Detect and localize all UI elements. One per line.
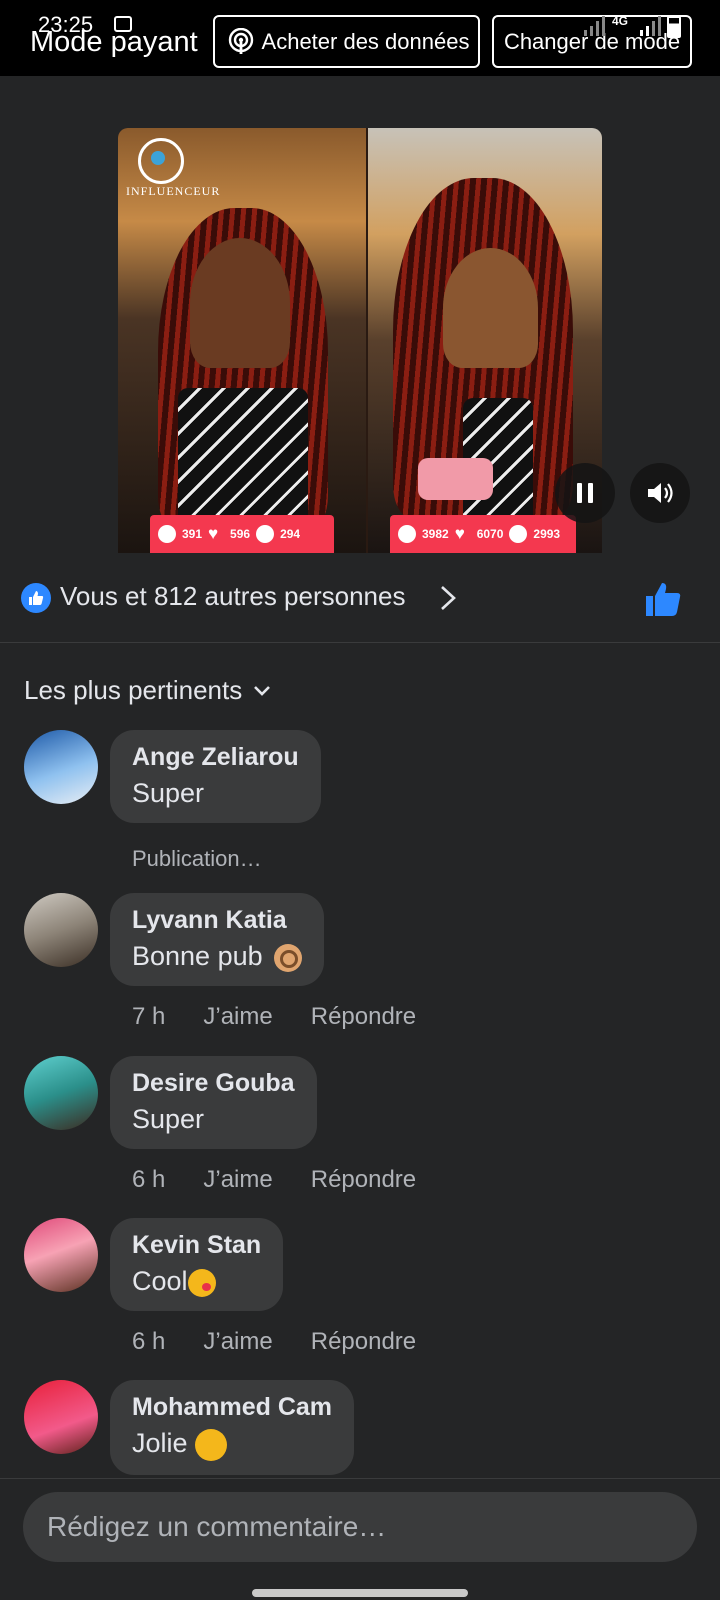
comment-text-row: Jolie (132, 1428, 332, 1461)
stats-bar-right: 3982 ♥ 6070 2993 (390, 515, 576, 553)
reactions-summary: Vous et 812 autres personnes (60, 581, 406, 611)
comment-author[interactable]: Lyvann Katia (132, 906, 302, 935)
comment-text: Super (132, 778, 205, 808)
mode-title: Mode payant (30, 26, 198, 58)
share-count: 294 (280, 527, 301, 541)
home-indicator[interactable] (252, 1589, 468, 1597)
comment-bubble[interactable]: Ange Zeliarou Super (110, 730, 321, 823)
reply-button[interactable]: Répondre (311, 1166, 416, 1194)
comment-count: 391 (182, 527, 203, 541)
comment-item: Mohammed Cam Jolie (0, 1380, 720, 1478)
like-count: 596 (230, 527, 251, 541)
podcast-icon (228, 28, 254, 54)
like-icon[interactable] (643, 579, 683, 619)
avatar[interactable] (24, 1056, 98, 1130)
signal-icon (584, 16, 605, 36)
video-frame-left: INFLUENCEUR (118, 128, 366, 553)
phone-image (418, 458, 493, 500)
comment-icon (158, 525, 176, 543)
comment-meta: 6 h J’aime Répondre (132, 1166, 416, 1194)
comment-time: 7 h (132, 1003, 166, 1030)
comment-time: 6 h (132, 1166, 166, 1193)
comment-text-row: Bonne pub (132, 941, 303, 972)
comment-bubble[interactable]: Desire Gouba Super (110, 1056, 317, 1149)
ok-hand-emoji-icon (274, 943, 303, 972)
comment-text-row: Cool (132, 1266, 261, 1297)
avatar[interactable] (24, 1218, 98, 1292)
chevron-down-icon (254, 685, 271, 696)
comment-meta: 6 h J’aime Répondre (132, 1328, 416, 1356)
brand-text: INFLUENCEUR (126, 184, 221, 198)
like-badge-icon (21, 583, 51, 613)
avatar[interactable] (24, 730, 98, 804)
comment-bubble[interactable]: Kevin Stan Cool (110, 1218, 284, 1311)
comment-bubble[interactable]: Mohammed Cam Jolie (110, 1380, 355, 1475)
composer-bar (0, 1478, 720, 1600)
like-comment-button[interactable]: J’aime (203, 1166, 272, 1194)
comment-meta: 7 h J’aime Répondre (132, 1003, 416, 1031)
battery-icon (667, 16, 681, 38)
share-icon (256, 525, 275, 543)
kiss-emoji-icon (187, 1268, 216, 1297)
stats-bar-left: 391 ♥ 596 294 (150, 515, 334, 553)
sort-dropdown[interactable]: Les plus pertinents (24, 675, 272, 706)
comment-text: Super (132, 1104, 205, 1134)
share-icon (509, 525, 528, 543)
comment-author[interactable]: Ange Zeliarou (132, 743, 299, 772)
sort-label: Les plus pertinents (24, 675, 243, 705)
comment-author[interactable]: Mohammed Cam (132, 1393, 332, 1422)
comment-count: 3982 (422, 527, 449, 541)
network-type: 4G (612, 14, 629, 28)
comment-input[interactable] (23, 1492, 697, 1562)
pause-button[interactable] (555, 463, 615, 523)
comment-text: Cool (132, 1266, 188, 1296)
face-left (190, 238, 290, 368)
reactions-row[interactable]: Vous et 812 autres personnes (0, 553, 720, 643)
brand-logo (138, 138, 184, 184)
heart-icon: ♥ (454, 524, 465, 543)
comment-author[interactable]: Desire Gouba (132, 1069, 295, 1098)
heart-icon: ♥ (208, 524, 219, 543)
comment-bubble[interactable]: Lyvann Katia Bonne pub (110, 893, 325, 986)
comment-icon (398, 525, 416, 543)
signal-icon-2 (640, 16, 661, 36)
chevron-right-icon (441, 586, 456, 610)
avatar[interactable] (24, 893, 98, 967)
comment-text: Jolie (132, 1428, 188, 1458)
pause-icon-bar (588, 483, 593, 503)
video-area: INFLUENCEUR 391 ♥ 596 294 3982 ♥ 6070 29… (0, 76, 720, 553)
avatar[interactable] (24, 1380, 98, 1454)
comment-time: 6 h (132, 1328, 166, 1355)
top-bar: 23:25 Mode payant Acheter des données Ch… (0, 0, 720, 76)
video-player[interactable]: INFLUENCEUR 391 ♥ 596 294 3982 ♥ 6070 29… (118, 128, 602, 553)
comment-text: Bonne pub (132, 941, 263, 971)
like-comment-button[interactable]: J’aime (203, 1003, 272, 1031)
like-comment-button[interactable]: J’aime (203, 1328, 272, 1356)
sound-button[interactable] (630, 463, 690, 523)
heart-eyes-emoji-icon (195, 1428, 228, 1461)
like-count: 6070 (476, 527, 504, 541)
buy-data-button[interactable]: Acheter des données (213, 15, 480, 68)
reply-button[interactable]: Répondre (311, 1003, 416, 1031)
buy-data-label: Acheter des données (261, 28, 470, 54)
face-right (443, 248, 538, 368)
reply-button[interactable]: Répondre (311, 1328, 416, 1356)
publication-status: Publication… (132, 846, 262, 871)
sound-icon (648, 483, 673, 503)
share-count: 2993 (533, 527, 561, 541)
comment-author[interactable]: Kevin Stan (132, 1231, 261, 1260)
pause-icon (577, 483, 582, 503)
